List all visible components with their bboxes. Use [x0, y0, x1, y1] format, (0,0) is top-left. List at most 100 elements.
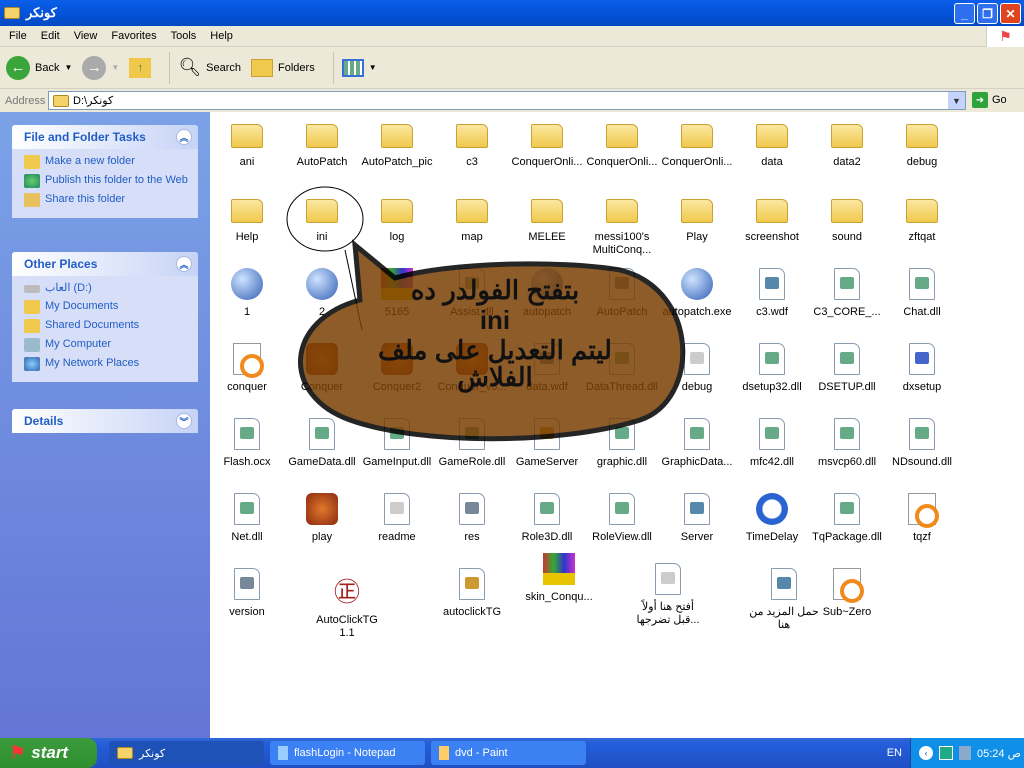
file-item[interactable]: messi100's MultiConq...	[583, 193, 661, 257]
file-item[interactable]: RoleView.dll	[583, 493, 661, 544]
file-item[interactable]: Net.dll	[208, 493, 286, 544]
file-item[interactable]: mfc42.dll	[733, 418, 811, 469]
place-my-network[interactable]: My Network Places	[24, 357, 188, 371]
file-item[interactable]: debug	[883, 118, 961, 169]
up-folder-button[interactable]: ↑	[129, 57, 152, 78]
task-share-folder[interactable]: Share this folder	[24, 193, 188, 207]
collapse-icon[interactable]: ︽	[176, 256, 192, 272]
chevron-down-icon[interactable]: ▼	[64, 63, 72, 72]
restore-button[interactable]: ❐	[977, 3, 998, 24]
file-item[interactable]: Server	[658, 493, 736, 544]
search-button[interactable]: 🔍︎ Search	[178, 57, 241, 78]
address-input[interactable]: D:\كونكر ▼	[48, 91, 966, 110]
task-explorer[interactable]: كونكر	[109, 741, 264, 765]
menu-edit[interactable]: Edit	[34, 30, 67, 42]
file-item[interactable]: c3.wdf	[733, 268, 811, 319]
file-item[interactable]: map	[433, 193, 511, 244]
forward-button[interactable]: → ▼	[82, 55, 119, 80]
file-name: TqPackage.dll	[812, 531, 882, 543]
file-item[interactable]: conquer	[208, 343, 286, 394]
start-button[interactable]: ⚑ start	[0, 738, 97, 768]
file-item[interactable]: graphic.dll	[583, 418, 661, 469]
panel-header[interactable]: Details ︾	[12, 409, 198, 433]
address-dropdown-button[interactable]: ▼	[948, 92, 965, 109]
task-make-new-folder[interactable]: Make a new folder	[24, 155, 188, 169]
file-item[interactable]: Sub~Zero	[808, 568, 886, 619]
file-item[interactable]: أفتح هنا أولاً ...قبل تضرجها	[629, 563, 707, 627]
menu-help[interactable]: Help	[203, 30, 240, 42]
file-item[interactable]: version	[208, 568, 286, 619]
file-item[interactable]: ani	[208, 118, 286, 169]
place-my-computer[interactable]: My Computer	[24, 338, 188, 352]
file-item[interactable]: MELEE	[508, 193, 586, 244]
views-button[interactable]: ▼	[341, 58, 377, 77]
file-item[interactable]: AutoPatch	[283, 118, 361, 169]
folders-button[interactable]: Folders	[251, 58, 315, 77]
place-my-documents[interactable]: My Documents	[24, 300, 188, 314]
file-item[interactable]: Flash.ocx	[208, 418, 286, 469]
file-item[interactable]: GameRole.dll	[433, 418, 511, 469]
file-item[interactable]: log	[358, 193, 436, 244]
expand-icon[interactable]: ︾	[176, 413, 192, 429]
file-item[interactable]: play	[283, 493, 361, 544]
close-button[interactable]: ✕	[1000, 3, 1021, 24]
place-drive-d[interactable]: العاب (D:)	[24, 282, 188, 295]
menu-favorites[interactable]: Favorites	[104, 30, 163, 42]
file-item[interactable]: Play	[658, 193, 736, 244]
file-item[interactable]: GameInput.dll	[358, 418, 436, 469]
menu-tools[interactable]: Tools	[164, 30, 204, 42]
file-item[interactable]: GameData.dll	[283, 418, 361, 469]
file-item[interactable]: Help	[208, 193, 286, 244]
back-label: Back	[35, 61, 60, 74]
tray-app-icon[interactable]	[939, 746, 953, 760]
network-icon[interactable]	[959, 746, 971, 760]
file-item[interactable]: data2	[808, 118, 886, 169]
file-item[interactable]: c3	[433, 118, 511, 169]
file-item[interactable]: msvcp60.dll	[808, 418, 886, 469]
minimize-button[interactable]: _	[954, 3, 975, 24]
place-shared-documents[interactable]: Shared Documents	[24, 319, 188, 333]
file-item[interactable]: res	[433, 493, 511, 544]
file-item[interactable]: data	[733, 118, 811, 169]
panel-header[interactable]: File and Folder Tasks ︽	[12, 125, 198, 149]
file-item[interactable]: C3_CORE_...	[808, 268, 886, 319]
file-name: map	[461, 231, 483, 243]
menu-file[interactable]: File	[2, 30, 34, 42]
file-item[interactable]: zftqat	[883, 193, 961, 244]
file-item[interactable]: DSETUP.dll	[808, 343, 886, 394]
file-item[interactable]: sound	[808, 193, 886, 244]
language-indicator[interactable]: EN	[887, 747, 902, 759]
file-item[interactable]: NDsound.dll	[883, 418, 961, 469]
file-item[interactable]: dxsetup	[883, 343, 961, 394]
file-item[interactable]: screenshot	[733, 193, 811, 244]
file-item[interactable]: autoclickTG	[433, 568, 511, 619]
file-item[interactable]: ㊣ AutoClickTG 1.1	[308, 576, 386, 640]
file-item[interactable]: ConquerOnli...	[508, 118, 586, 169]
file-name: dsetup32.dll	[742, 381, 802, 393]
file-item[interactable]: skin_Conqu...	[520, 553, 598, 604]
file-item[interactable]: AutoPatch_pic	[358, 118, 436, 169]
file-item[interactable]: TimeDelay	[733, 493, 811, 544]
file-item[interactable]: ConquerOnli...	[658, 118, 736, 169]
task-notepad[interactable]: flashLogin - Notepad	[270, 741, 425, 765]
task-paint[interactable]: dvd - Paint	[431, 741, 586, 765]
file-item[interactable]: dsetup32.dll	[733, 343, 811, 394]
panel-header[interactable]: Other Places ︽	[12, 252, 198, 276]
file-item[interactable]: GameServer	[508, 418, 586, 469]
file-item[interactable]: tqzf	[883, 493, 961, 544]
file-item[interactable]: readme	[358, 493, 436, 544]
menu-view[interactable]: View	[67, 30, 105, 42]
show-hidden-icons-button[interactable]: ‹	[919, 746, 933, 760]
back-button[interactable]: ← Back ▼	[6, 55, 72, 80]
file-item[interactable]: 1	[208, 268, 286, 319]
file-item[interactable]: TqPackage.dll	[808, 493, 886, 544]
file-item[interactable]: Role3D.dll	[508, 493, 586, 544]
file-item[interactable]: ini	[283, 193, 361, 244]
file-item[interactable]: ConquerOnli...	[583, 118, 661, 169]
task-publish-web[interactable]: Publish this folder to the Web	[24, 174, 188, 188]
file-item[interactable]: GraphicData...	[658, 418, 736, 469]
collapse-icon[interactable]: ︽	[176, 129, 192, 145]
file-name: C3_CORE_...	[813, 306, 881, 318]
file-item[interactable]: Chat.dll	[883, 268, 961, 319]
go-button[interactable]: ➜ Go	[972, 92, 1007, 108]
